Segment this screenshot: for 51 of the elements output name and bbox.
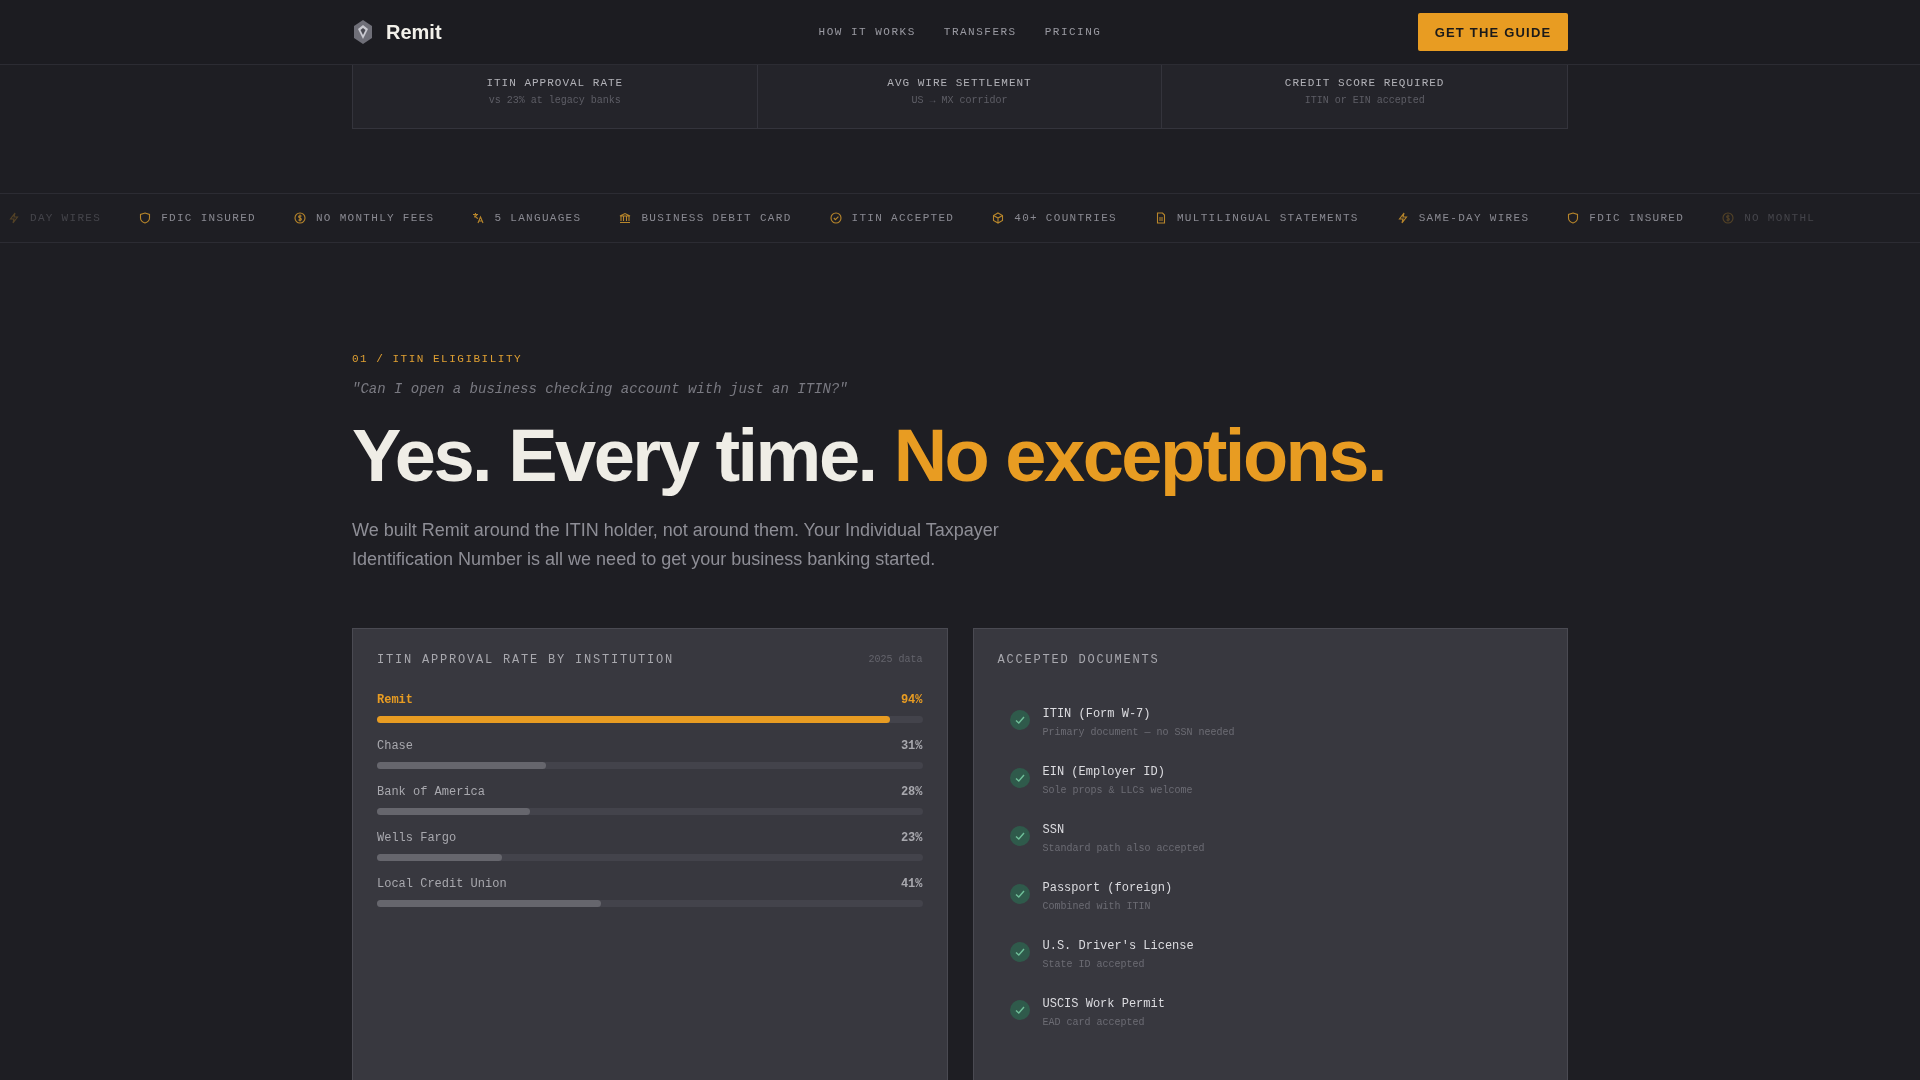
document-icon <box>1154 212 1167 224</box>
ticker-item: NO MONTHLY FEES <box>315 212 435 224</box>
guide-button[interactable]: GET THE GUIDE <box>1418 13 1568 51</box>
nav-link[interactable]: TRANSFERS <box>943 26 1017 38</box>
institution-name: Chase <box>377 739 413 753</box>
headline: Yes. Every time. No exceptions. <box>352 415 1387 497</box>
ticker-item: FDIC INSURED <box>161 212 256 224</box>
stat-note: US → MX corridor <box>911 95 1008 106</box>
bolt-icon <box>1396 212 1409 224</box>
ticker-item: MULTILINGUAL STATEMENTS <box>1176 212 1359 224</box>
nav-link[interactable]: PRICING <box>1044 26 1102 38</box>
shield-icon <box>1567 212 1580 224</box>
coin-icon <box>1722 212 1735 224</box>
stat-label: CREDIT SCORE REQUIRED <box>1284 77 1445 89</box>
question-text: "Can I open a business checking account with just an ITIN?" <box>352 381 849 397</box>
approval-rate: 41% <box>900 877 923 891</box>
language-icon <box>472 212 485 224</box>
document-name: Passport (foreign) <box>1042 881 1173 895</box>
stat-label: ITIN APPROVAL RATE <box>486 77 624 89</box>
document-name: ITIN (Form W-7) <box>1042 707 1152 721</box>
institution-name: Bank of America <box>377 785 486 799</box>
brand-name[interactable]: Remit <box>386 20 442 44</box>
document-name: USCIS Work Permit <box>1042 997 1165 1011</box>
ticker-item: 5 LANGUAGES <box>494 212 582 224</box>
ticker-item: BUSINESS DEBIT CARD <box>641 212 792 224</box>
hero-paragraph: We built Remit around the ITIN holder, not around them. Your Individual Taxpayer Identification Number is all we need to get your business banking started. <box>352 519 1000 572</box>
coin-icon <box>293 212 306 224</box>
section-eyebrow: 01 / ITIN ELIGIBILITY <box>352 353 524 365</box>
check-icon <box>829 212 842 224</box>
document-name: U.S. Driver's License <box>1042 939 1194 953</box>
bolt-icon <box>8 212 20 224</box>
stat-label: AVG WIRE SETTLEMENT <box>887 77 1032 89</box>
approval-rate: 23% <box>900 831 923 845</box>
nav-link[interactable]: HOW IT WORKS <box>818 26 916 38</box>
ticker-item: FDIC INSURED <box>1589 212 1685 224</box>
document-name: SSN <box>1042 823 1066 837</box>
institution-name: Wells Fargo <box>377 831 457 845</box>
approval-rate: 28% <box>900 785 923 799</box>
institution-name: Local Credit Union <box>377 877 507 891</box>
institution-name: Remit <box>377 693 413 707</box>
logo-icon <box>352 19 374 45</box>
approval-rate: 94% <box>900 693 923 707</box>
bank-icon <box>619 212 632 224</box>
ticker-item: SAME-DAY WIRES <box>1418 212 1530 224</box>
ticker-item: 40+ COUNTRIES <box>1014 212 1117 224</box>
approval-rate: 31% <box>900 739 923 753</box>
card-title: ACCEPTED DOCUMENTS <box>997 653 1160 667</box>
ticker-item: ITIN ACCEPTED <box>851 212 955 224</box>
card-title: ITIN APPROVAL RATE BY INSTITUTION <box>377 653 675 667</box>
shield-icon <box>139 212 152 224</box>
document-name: EIN (Employer ID) <box>1042 765 1166 779</box>
